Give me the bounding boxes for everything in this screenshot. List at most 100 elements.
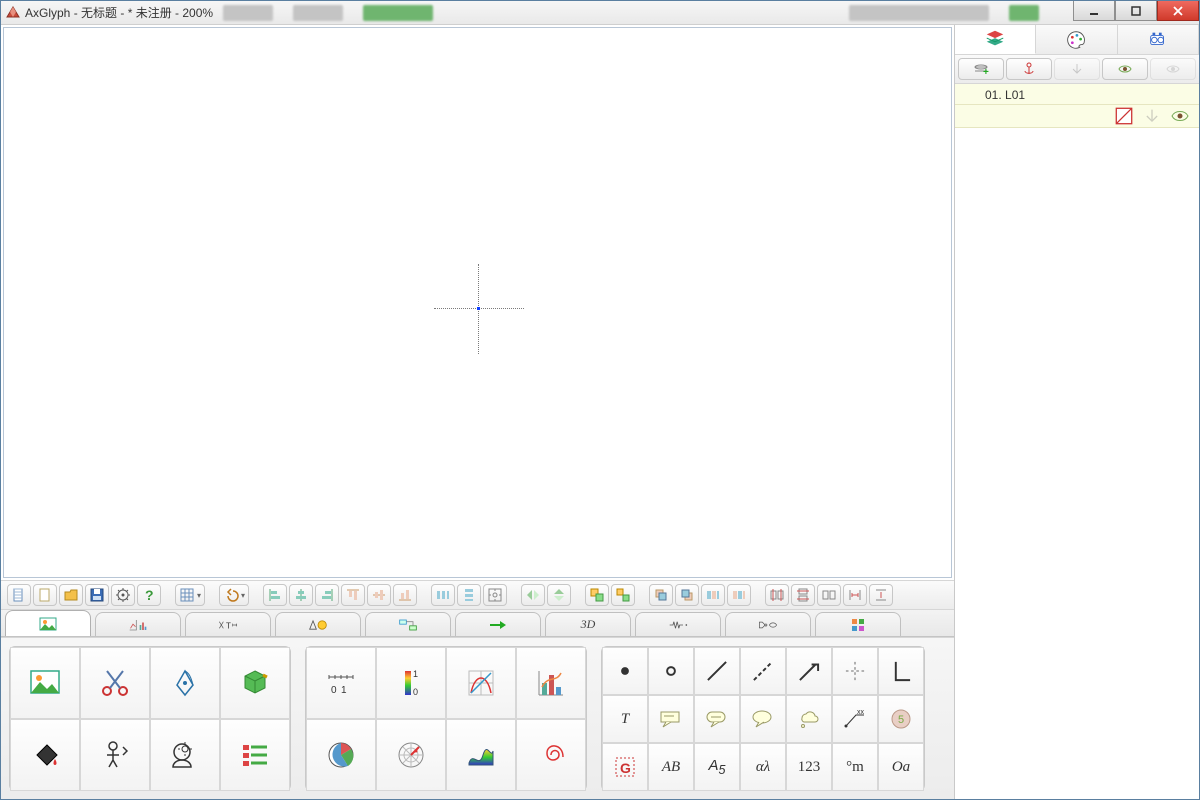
layer-eye-icon[interactable] (1171, 109, 1189, 123)
tool-callout-cloud[interactable] (786, 695, 832, 743)
tool-line-solid[interactable] (694, 647, 740, 695)
tab-text[interactable]: T (185, 612, 271, 636)
tool-label-a5[interactable]: A5 (694, 743, 740, 791)
page-button[interactable] (33, 584, 57, 606)
tool-point-hollow[interactable] (648, 647, 694, 695)
tool-gear-head[interactable] (150, 719, 220, 791)
same-size-button[interactable] (817, 584, 841, 606)
tool-axis[interactable]: 01 (306, 647, 376, 719)
send-backward-button[interactable] (727, 584, 751, 606)
layer-add-button[interactable]: + (958, 58, 1004, 80)
open-button[interactable] (59, 584, 83, 606)
layer-toolbar: + (955, 55, 1199, 84)
tool-perpendicular[interactable] (878, 647, 924, 695)
tab-flowchart[interactable] (365, 612, 451, 636)
minimize-button[interactable] (1073, 1, 1115, 21)
grid-button[interactable]: ▾ (175, 584, 205, 606)
svg-text:?: ? (145, 587, 154, 603)
tool-3dcube[interactable] (220, 647, 290, 719)
group-button[interactable] (585, 584, 609, 606)
bring-front-button[interactable] (649, 584, 673, 606)
tool-bar-chart[interactable] (516, 647, 586, 719)
canvas[interactable] (3, 27, 952, 578)
align-center-h-button[interactable] (289, 584, 313, 606)
tool-image[interactable] (10, 647, 80, 719)
tool-crosshair[interactable] (832, 647, 878, 695)
tool-label-greek[interactable]: αλ (740, 743, 786, 791)
tool-label-123[interactable]: 123 (786, 743, 832, 791)
layer-hidden-button[interactable] (1150, 58, 1196, 80)
tool-line-arrow[interactable] (786, 647, 832, 695)
tool-point-filled[interactable] (602, 647, 648, 695)
center-canvas-button[interactable] (483, 584, 507, 606)
flip-h-button[interactable] (521, 584, 545, 606)
layer-visible-button[interactable] (1102, 58, 1148, 80)
side-tab-layers[interactable] (955, 25, 1036, 54)
tab-logic[interactable] (725, 612, 811, 636)
same-height-button[interactable] (791, 584, 815, 606)
tool-label-units[interactable]: °m (832, 743, 878, 791)
help-button[interactable]: ? (137, 584, 161, 606)
ungroup-button[interactable] (611, 584, 635, 606)
tool-colorbar[interactable]: 10 (376, 647, 446, 719)
maximize-button[interactable] (1115, 1, 1157, 21)
tool-glyph-g[interactable]: G (602, 743, 648, 791)
space-h-button[interactable] (843, 584, 867, 606)
tool-label-oa[interactable]: Oa (878, 743, 924, 791)
tool-callout-ellipse[interactable] (740, 695, 786, 743)
bring-forward-button[interactable] (701, 584, 725, 606)
tab-misc[interactable] (815, 612, 901, 636)
palette-group-charts: 01 10 (305, 646, 587, 791)
tool-number-badge[interactable]: 5 (878, 695, 924, 743)
side-tab-animation[interactable] (1118, 25, 1199, 54)
tool-paint-bucket[interactable] (10, 719, 80, 791)
tool-function-plot[interactable] (446, 647, 516, 719)
tab-electronics[interactable] (635, 612, 721, 636)
tab-3d[interactable]: 3D (545, 612, 631, 636)
align-top-button[interactable] (341, 584, 365, 606)
svg-text:1: 1 (413, 669, 418, 679)
layer-anchor-button[interactable] (1006, 58, 1052, 80)
layer-down-icon[interactable] (1143, 109, 1161, 123)
new-doc-button[interactable] (7, 584, 31, 606)
tool-radar[interactable] (376, 719, 446, 791)
save-button[interactable] (85, 584, 109, 606)
tool-callout-rect[interactable] (648, 695, 694, 743)
tool-line-dashed[interactable] (740, 647, 786, 695)
tool-label-ab[interactable]: AB (648, 743, 694, 791)
tool-pen[interactable] (150, 647, 220, 719)
tool-person[interactable] (80, 719, 150, 791)
distribute-h-button[interactable] (431, 584, 455, 606)
same-width-button[interactable] (765, 584, 789, 606)
space-v-button[interactable] (869, 584, 893, 606)
close-button[interactable] (1157, 1, 1199, 21)
distribute-v-button[interactable] (457, 584, 481, 606)
flip-v-button[interactable] (547, 584, 571, 606)
undo-button[interactable]: ▾ (219, 584, 249, 606)
tab-charts[interactable] (95, 612, 181, 636)
layer-row[interactable] (955, 105, 1199, 128)
tab-shapes[interactable] (275, 612, 361, 636)
layer-header[interactable]: 01. L01 (955, 84, 1199, 105)
align-right-button[interactable] (315, 584, 339, 606)
settings-button[interactable] (111, 584, 135, 606)
palette-group-annotate: T xx 5 G AB A5 αλ 123 °m Oa (601, 646, 925, 791)
tool-scissors[interactable] (80, 647, 150, 719)
tool-surface-plot[interactable] (446, 719, 516, 791)
svg-text:T: T (226, 621, 231, 630)
send-back-button[interactable] (675, 584, 699, 606)
tool-callout-round[interactable] (694, 695, 740, 743)
svg-text:1: 1 (341, 685, 347, 696)
align-bottom-button[interactable] (393, 584, 417, 606)
layer-down-button[interactable] (1054, 58, 1100, 80)
tool-pie-chart[interactable] (306, 719, 376, 791)
align-left-button[interactable] (263, 584, 287, 606)
side-tab-styles[interactable] (1036, 25, 1117, 54)
tab-images[interactable] (5, 610, 91, 636)
tab-arrows[interactable] (455, 612, 541, 636)
tool-spiral[interactable] (516, 719, 586, 791)
tool-list[interactable] (220, 719, 290, 791)
tool-label-leader[interactable]: xx (832, 695, 878, 743)
tool-text[interactable]: T (602, 695, 648, 743)
align-middle-v-button[interactable] (367, 584, 391, 606)
